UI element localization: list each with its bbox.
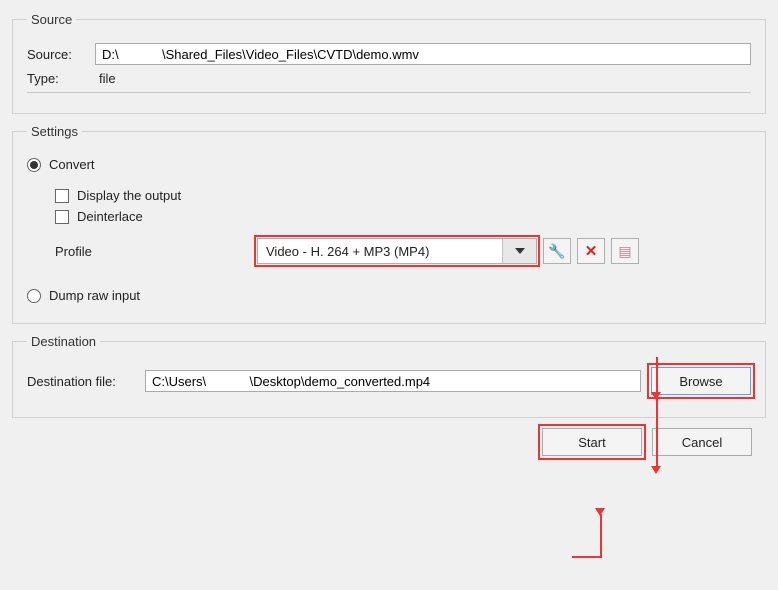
annotation-arrow — [572, 556, 600, 558]
source-group: Source Source: Type: file — [12, 12, 766, 114]
profile-label: Profile — [27, 244, 257, 259]
browse-button[interactable]: Browse — [651, 367, 751, 395]
profile-dropdown[interactable]: Video - H. 264 + MP3 (MP4) — [257, 238, 537, 264]
destination-group: Destination Destination file: Browse — [12, 334, 766, 418]
cancel-button[interactable]: Cancel — [652, 428, 752, 456]
convert-radio[interactable] — [27, 158, 41, 172]
list-icon[interactable]: ▤ — [611, 238, 639, 264]
annotation-arrow — [656, 357, 658, 397]
type-label: Type: — [27, 71, 87, 86]
deinterlace-checkbox[interactable] — [55, 210, 69, 224]
settings-group: Settings Convert Display the output Dein… — [12, 124, 766, 324]
annotation-arrowhead — [595, 508, 605, 516]
display-output-label: Display the output — [77, 188, 181, 203]
dest-file-label: Destination file: — [27, 374, 137, 389]
annotation-arrowhead — [651, 392, 661, 400]
source-divider — [27, 92, 751, 93]
chevron-down-icon[interactable] — [502, 239, 536, 263]
deinterlace-label: Deinterlace — [77, 209, 143, 224]
destination-legend: Destination — [27, 334, 100, 349]
profile-value: Video - H. 264 + MP3 (MP4) — [258, 244, 502, 259]
dest-file-input[interactable] — [145, 370, 641, 392]
delete-icon[interactable]: ✕ — [577, 238, 605, 264]
annotation-arrowhead — [651, 466, 661, 474]
type-value: file — [95, 71, 116, 86]
dump-raw-radio[interactable] — [27, 289, 41, 303]
dump-raw-label: Dump raw input — [49, 288, 140, 303]
source-input[interactable] — [95, 43, 751, 65]
annotation-arrow — [600, 514, 602, 558]
source-legend: Source — [27, 12, 76, 27]
source-label: Source: — [27, 47, 87, 62]
convert-radio-label: Convert — [49, 157, 95, 172]
display-output-checkbox[interactable] — [55, 189, 69, 203]
settings-legend: Settings — [27, 124, 82, 139]
start-button[interactable]: Start — [542, 428, 642, 456]
wrench-icon[interactable]: 🔧 — [543, 238, 571, 264]
